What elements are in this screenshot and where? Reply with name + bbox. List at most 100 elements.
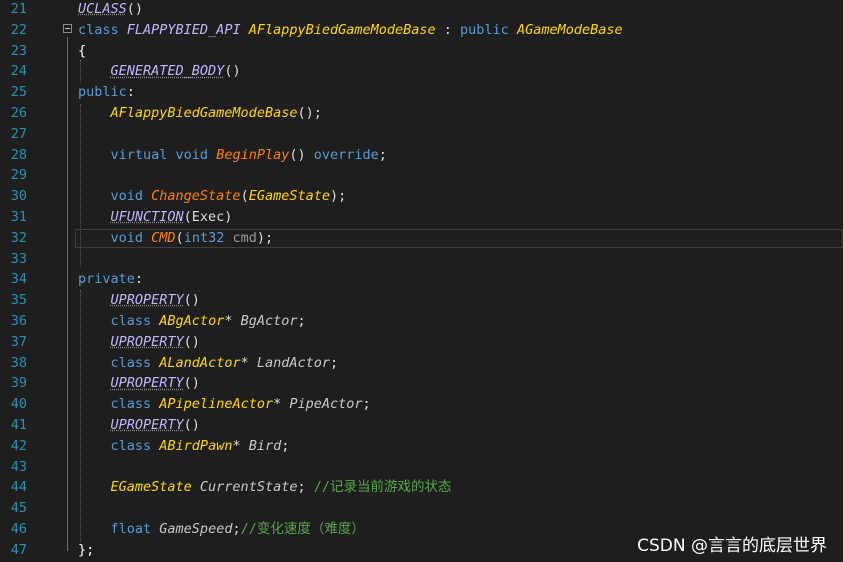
line-number: 39 <box>10 375 27 392</box>
code-token: AGameModeBase <box>516 21 623 38</box>
code-line[interactable]: 28 virtual void BeginPlay() override; <box>0 145 843 166</box>
code-token: ; <box>297 479 314 496</box>
code-token: UPROPERTY <box>110 417 184 433</box>
code-token: () <box>183 292 200 309</box>
code-line[interactable]: 44 EGameState CurrentState; //记录当前游戏的状态 <box>0 477 843 498</box>
line-number: 35 <box>10 292 27 309</box>
code-line[interactable]: 26 AFlappyBiedGameModeBase(); <box>0 103 843 124</box>
code-token: () <box>183 417 200 433</box>
code-text: class ABgActor* BgActor; <box>78 311 306 332</box>
line-number: 47 <box>10 541 27 558</box>
code-line[interactable]: 38 class ALandActor* LandActor; <box>0 353 843 374</box>
code-token: BgActor <box>240 313 298 329</box>
line-number: 26 <box>10 105 27 121</box>
code-token: * <box>240 354 257 371</box>
code-token: class <box>110 396 160 413</box>
code-token: ); <box>329 188 347 205</box>
code-token: void <box>110 229 152 246</box>
code-editor[interactable]: 21 UCLASS() 22 class FLAPPYBIED_API AFlappy… <box>0 0 843 562</box>
code-line[interactable]: 43 <box>0 457 843 478</box>
code-text: void CMD(int32 cmd); <box>78 228 274 249</box>
code-line[interactable]: 45 <box>0 498 843 519</box>
code-token: UFUNCTION <box>110 209 184 225</box>
code-token: AFlappyBiedGameModeBase <box>248 21 436 38</box>
code-token: class <box>110 437 160 454</box>
code-token: PipeActor <box>289 396 363 413</box>
code-text: class APipelineActor* PipeActor; <box>78 394 371 415</box>
code-token: UPROPERTY <box>110 375 184 392</box>
code-text: AFlappyBiedGameModeBase(); <box>78 103 322 124</box>
code-token: AFlappyBiedGameModeBase <box>110 105 298 121</box>
line-number: 41 <box>10 417 27 433</box>
code-line[interactable]: 24 GENERATED_BODY() <box>0 61 843 82</box>
code-token: CurrentState <box>199 479 298 496</box>
code-line[interactable]: 36 class ABgActor* BgActor; <box>0 311 843 332</box>
code-token: CMD <box>151 229 176 246</box>
line-number: 33 <box>10 250 27 267</box>
code-line[interactable]: 34 private: <box>0 269 843 290</box>
code-line[interactable]: 33 <box>0 249 843 270</box>
line-number: 21 <box>10 1 27 17</box>
code-token: Bird <box>248 437 282 454</box>
code-line[interactable]: 30 void ChangeState(EGameState); <box>0 186 843 207</box>
code-text: }; <box>78 540 94 561</box>
code-line[interactable]: 42 class ABirdPawn* Bird; <box>0 436 843 457</box>
code-line[interactable]: 27 <box>0 124 843 145</box>
code-token: int32 <box>183 229 233 246</box>
code-token: UPROPERTY <box>110 333 184 350</box>
code-line[interactable]: 29 <box>0 165 843 186</box>
code-line[interactable]: 21 UCLASS() <box>0 0 843 20</box>
code-token: () <box>183 333 200 350</box>
line-number: 37 <box>10 333 27 350</box>
code-line[interactable]: 31 UFUNCTION(Exec) <box>0 207 843 228</box>
code-text: EGameState CurrentState; //记录当前游戏的状态 <box>78 477 452 498</box>
code-token: ALandActor <box>159 354 241 371</box>
code-token: cmd <box>232 229 257 246</box>
code-token: ; <box>362 396 371 413</box>
code-line[interactable]: 41 UPROPERTY() <box>0 415 843 436</box>
code-token: class <box>110 313 160 329</box>
code-token: class <box>110 354 160 371</box>
code-line[interactable]: 25 public: <box>0 82 843 103</box>
code-token: public <box>460 21 517 38</box>
code-token: UCLASS <box>78 1 127 17</box>
code-token: BeginPlay <box>216 146 290 163</box>
code-text: UCLASS() <box>78 0 143 20</box>
code-text: { <box>78 41 86 62</box>
code-line[interactable]: 39 UPROPERTY() <box>0 373 843 394</box>
code-token: : <box>126 84 135 101</box>
code-line[interactable]: 32 void CMD(int32 cmd); <box>0 228 843 249</box>
code-token: : <box>134 271 144 288</box>
code-text: class FLAPPYBIED_API AFlappyBiedGameMode… <box>78 20 623 41</box>
line-number: 34 <box>10 271 27 288</box>
code-text: UFUNCTION(Exec) <box>78 207 233 228</box>
code-line[interactable]: 35 UPROPERTY() <box>0 290 843 311</box>
code-line[interactable]: 22 class FLAPPYBIED_API AFlappyBiedGameMo… <box>0 20 843 41</box>
code-line[interactable]: 37 UPROPERTY() <box>0 332 843 353</box>
code-token: ChangeState <box>151 188 241 205</box>
code-text: virtual void BeginPlay() override; <box>78 145 387 166</box>
line-number: 31 <box>10 209 27 225</box>
line-number: 29 <box>10 167 27 184</box>
code-text: UPROPERTY() <box>78 332 200 353</box>
code-token: }; <box>78 541 95 558</box>
code-token: class <box>78 21 127 38</box>
line-number: 25 <box>10 84 27 101</box>
code-token: (Exec) <box>183 209 233 225</box>
code-token: float <box>110 521 160 537</box>
code-token: APipelineActor <box>159 396 274 413</box>
line-number: 30 <box>10 188 27 205</box>
code-token: ( <box>240 188 249 205</box>
code-token: { <box>78 42 87 59</box>
code-line[interactable]: 23 { <box>0 41 843 62</box>
code-token: //变化速度（难度） <box>240 521 365 537</box>
code-line[interactable]: 40 class APipelineActor* PipeActor; <box>0 394 843 415</box>
